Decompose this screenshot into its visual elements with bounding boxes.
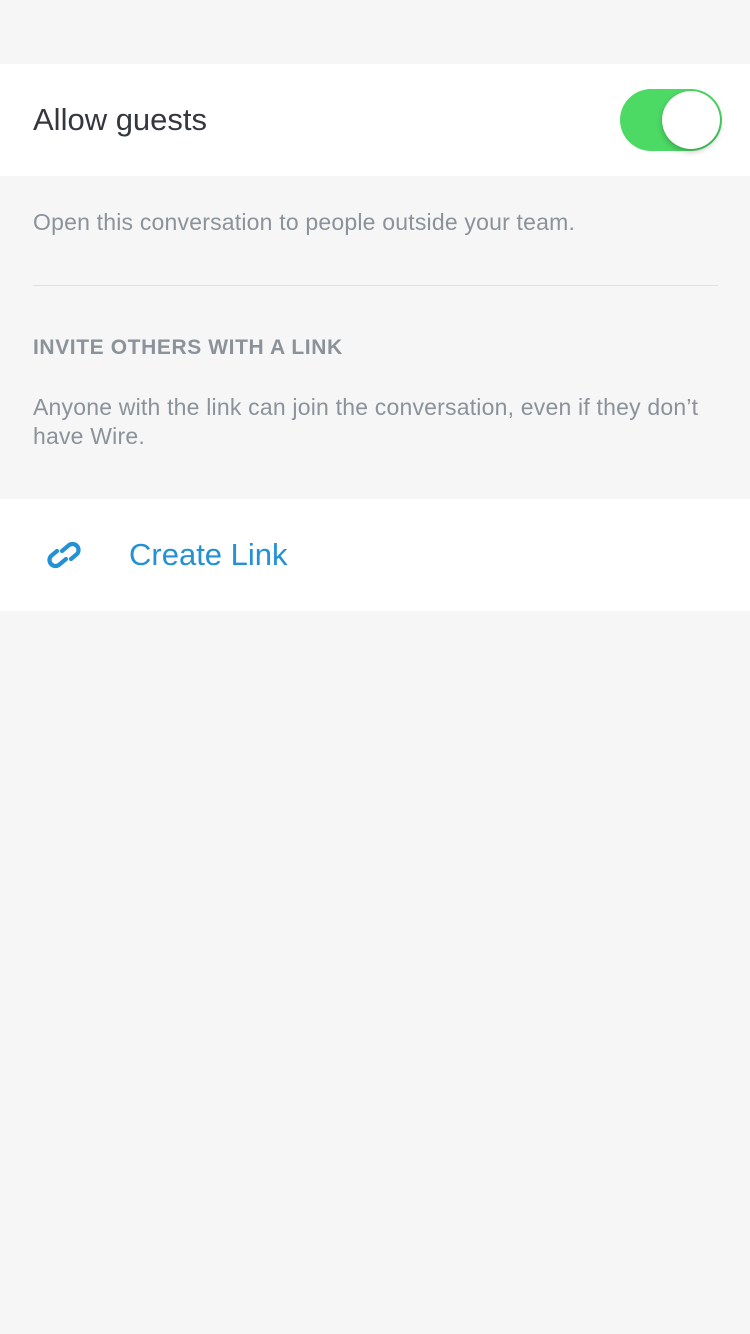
link-icon bbox=[47, 541, 81, 569]
section-divider bbox=[33, 285, 718, 286]
invite-section-header: INVITE OTHERS WITH A LINK bbox=[33, 336, 343, 359]
allow-guests-row: Allow guests bbox=[0, 64, 750, 176]
create-link-label: Create Link bbox=[129, 537, 288, 572]
invite-link-description: Anyone with the link can join the conver… bbox=[33, 394, 699, 449]
allow-guests-description: Open this conversation to people outside… bbox=[33, 209, 576, 235]
toggle-knob bbox=[662, 91, 720, 149]
create-link-button[interactable]: Create Link bbox=[0, 499, 750, 611]
allow-guests-toggle[interactable] bbox=[620, 89, 722, 151]
allow-guests-label: Allow guests bbox=[33, 102, 208, 137]
